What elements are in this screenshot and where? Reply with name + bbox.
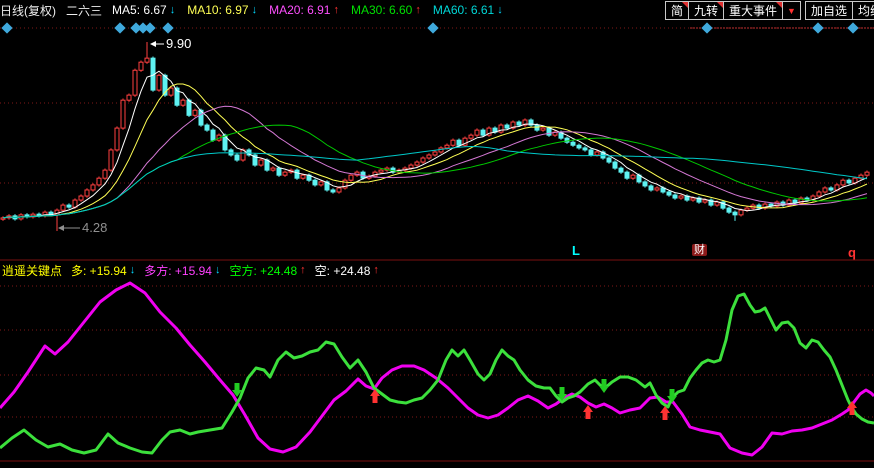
ma-values-group: MA5: 6.67 ↓ MA10: 6.97 ↓ MA20: 6.91 ↑ MA30: 6.… — [112, 3, 503, 17]
indicator-title[interactable]: 逍遥关键点 — [2, 262, 62, 279]
candlesticks — [0, 42, 870, 231]
toolbar-button-重大事件[interactable]: 重大事件 — [723, 1, 784, 20]
stock-name[interactable]: 二六三 — [66, 2, 102, 19]
indicator-header-bar: 逍遥关键点 多: +15.94 ↓ 多方: +15.94 ↓ 空方: +24.48 ↑ 空:… — [2, 262, 874, 278]
ma-value-MA20: MA20: 6.91 ↑ — [269, 3, 339, 17]
date-axis-strip — [0, 462, 874, 468]
toolbar-button-加自选[interactable]: 加自选 — [804, 1, 853, 20]
high-label-annotation: 9.90 — [166, 36, 192, 51]
indicator-value: 空: +24.48 ↑ — [314, 263, 379, 278]
chart-toolbar: 简九转重大事件▼加自选均线 — [665, 1, 874, 20]
indicator-line-多方 — [0, 281, 874, 457]
indicator-value: 多方: +15.94 ↓ — [144, 263, 221, 278]
event-annotation[interactable]: q — [848, 246, 856, 259]
low-label-annotation: 4.28 — [82, 220, 108, 235]
ma-value-MA10: MA10: 6.97 ↓ — [187, 3, 258, 17]
indicator-value: 多: +15.94 ↓ — [71, 263, 136, 278]
toolbar-button-简[interactable]: 简 — [665, 1, 690, 20]
ma-value-MA60: MA60: 6.61 ↓ — [432, 3, 503, 17]
stock-chart-window: 日线(复权) 二六三 MA5: 6.67 ↓ MA10: 6.97 ↓ MA20: 6.… — [0, 0, 874, 468]
indicator-line-空方 — [0, 292, 874, 455]
ma-value-MA30: MA30: 6.60 ↑ — [350, 3, 421, 17]
ma-value-MA5: MA5: 6.67 ↓ — [112, 3, 176, 17]
event-badge-annotation[interactable]: 财 — [692, 244, 707, 256]
toolbar-button-九转[interactable]: 九转 — [688, 1, 725, 20]
price-and-indicator-chart[interactable] — [0, 0, 874, 468]
period-label[interactable]: 日线(复权) — [0, 2, 56, 19]
signal-arrows — [232, 379, 857, 420]
indicator-value: 空方: +24.48 ↑ — [229, 263, 306, 278]
indicator-values-group: 多: +15.94 ↓ 多方: +15.94 ↓ 空方: +24.48 ↑ 空: +24.4… — [71, 262, 379, 279]
dropdown-caret-button[interactable]: ▼ — [782, 1, 801, 20]
event-annotation[interactable]: L — [572, 244, 580, 257]
toolbar-button-均线[interactable]: 均线 — [851, 1, 874, 20]
